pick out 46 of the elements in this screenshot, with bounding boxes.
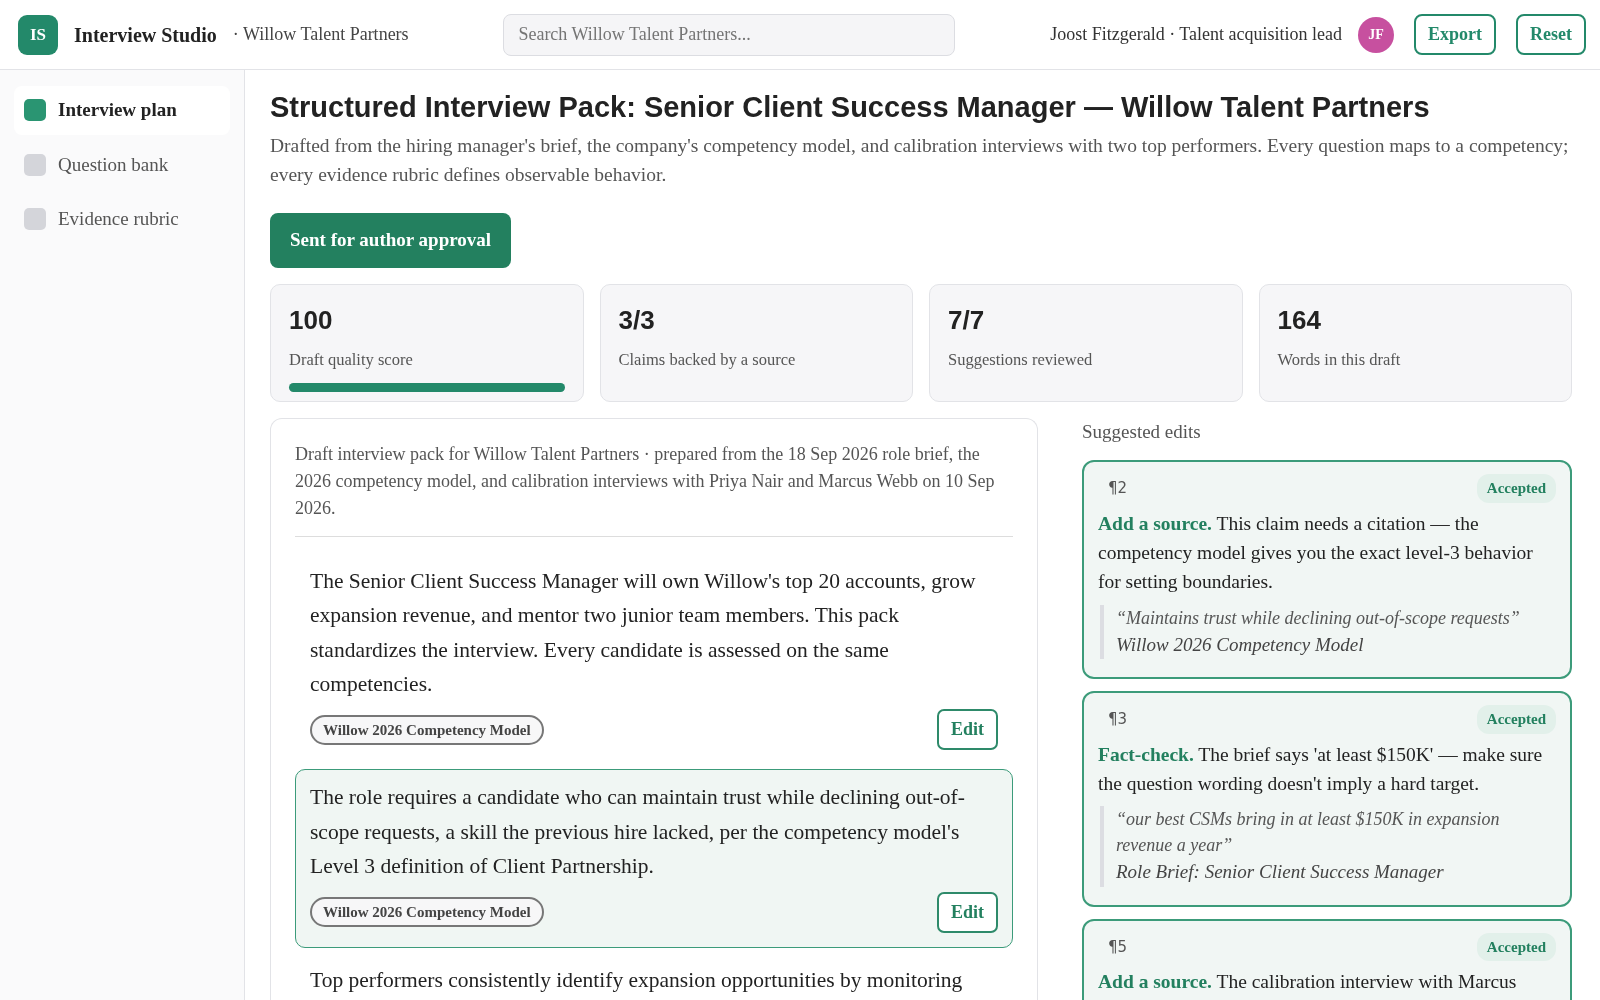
suggestion-text: Add a source. This claim needs a citation — the competency model gives you the exact level-3 behavior for setting boundaries.	[1098, 511, 1534, 595]
page-title: Structured Interview Pack: Senior Client Success Manager — Willow Talent Partners	[270, 90, 1431, 125]
app-logo: IS	[18, 14, 58, 55]
quote-source: Role Brief: Senior Client Success Manager	[1116, 860, 1445, 885]
stat-value: 3/3	[618, 303, 656, 337]
status-badge: Accepted	[1476, 932, 1556, 962]
sidebar-item[interactable]: Evidence rubric	[14, 195, 230, 244]
stat-label: Words in this draft	[1277, 348, 1402, 371]
user-avatar: JF	[1358, 16, 1394, 53]
search-field[interactable]: Search Willow Talent Partners...	[503, 13, 956, 56]
reset-button[interactable]: Reset	[1516, 14, 1586, 55]
paragraph-text: The role requires a candidate who can maintain trust while declining out-of-scope requests, a skill the previous hire lacked, per the competency model's Level 3 definition of Client Partnership.	[310, 784, 966, 881]
quote-text: “Maintains trust while declining out-of-scope requests”	[1116, 606, 1521, 630]
source-tag: Willow 2026 Competency Model	[310, 714, 544, 746]
status-button[interactable]: Sent for author approval	[270, 213, 512, 268]
edit-button[interactable]: Edit	[937, 709, 998, 751]
draft-paragraph[interactable]: Top performers consistently identify expansion opportunities by monitoring	[295, 951, 1013, 1000]
status-badge: Accepted	[1476, 705, 1556, 734]
user-name: Joost Fitzgerald · Talent acquisition lead	[1050, 23, 1342, 46]
export-button[interactable]: Export	[1414, 14, 1496, 55]
paragraph-ref: ¶5	[1107, 936, 1128, 958]
paragraph-ref: ¶2	[1107, 478, 1128, 500]
sidebar-item[interactable]: Interview plan	[14, 86, 230, 135]
source-tag: Willow 2026 Competency Model	[310, 896, 544, 928]
stat-value: 164	[1277, 303, 1322, 337]
sidebar-item[interactable]: Question bank	[14, 140, 230, 189]
stat-label: Draft quality score	[289, 348, 414, 371]
draft-paragraph[interactable]	[295, 769, 1013, 948]
quote-source: Willow 2026 Competency Model	[1116, 632, 1365, 657]
stat-value: 100	[289, 303, 334, 337]
stat-value: 7/7	[948, 303, 986, 337]
suggestion-text: Fact-check. The brief says 'at least $150K' — make sure the question wording doesn't imply a hard target.	[1098, 742, 1544, 796]
page-subtitle: Drafted from the hiring manager's brief, the company's competency model, and calibration interviews with two top performers. Every question maps to a competency; every evidence rubric defines observable behavior.	[270, 133, 1570, 188]
paragraph-text: Top performers consistently identify expansion opportunities by monitoring	[310, 966, 964, 994]
edit-button[interactable]: Edit	[937, 891, 998, 933]
app-name: Interview Studio	[74, 22, 217, 48]
quote-text: “our best CSMs bring in at least $150K in expansion revenue a year”	[1116, 808, 1501, 858]
paragraph-text: The Senior Client Success Manager will own Willow's top 20 accounts, grow expansion revenue, and mentor two junior team members. This pack standardizes the interview. Every candidate is assessed on the same competencies.	[310, 567, 977, 698]
suggestion-text: Add a source. The calibration interview with Marcus	[1098, 970, 1518, 995]
section-title: Suggested edits	[1082, 419, 1202, 444]
draft-intro: Draft interview pack for Willow Talent Partners · prepared from the 18 Sep 2026 role brief, the 2026 competency model, and calibration interviews with Priya Nair and Marcus Webb on 10 Sep 2026.	[295, 440, 1013, 537]
stat-label: Suggestions reviewed	[948, 348, 1094, 371]
stat-label: Claims backed by a source	[618, 348, 797, 371]
status-badge: Accepted	[1476, 474, 1556, 503]
workspace-name: · Willow Talent Partners	[232, 23, 409, 46]
paragraph-ref: ¶3	[1107, 709, 1128, 731]
